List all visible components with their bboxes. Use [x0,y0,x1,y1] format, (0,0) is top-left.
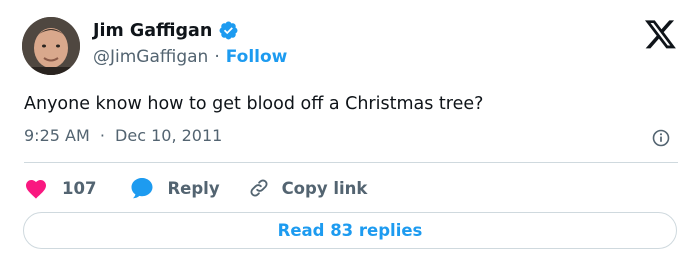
follow-button[interactable]: Follow [226,47,288,67]
like-button[interactable]: 107 [24,177,96,199]
read-replies-button[interactable]: Read 83 replies [23,212,677,249]
author-handle[interactable]: @JimGaffigan [93,47,208,67]
read-replies-label: Read 83 replies [277,221,423,240]
info-icon[interactable] [652,129,670,147]
tweet-timestamp[interactable]: 9:25 AM · Dec 10, 2011 [24,126,222,145]
tweet-date: Dec 10, 2011 [115,126,223,145]
author-handle-row: @JimGaffigan · Follow [93,47,287,67]
like-count: 107 [62,178,97,198]
copy-link-button[interactable]: Copy link [248,177,368,199]
avatar[interactable] [22,17,80,75]
link-icon [250,179,268,197]
reply-button[interactable]: Reply [129,176,220,200]
reply-bubble-icon [131,178,153,199]
reply-label: Reply [167,178,220,198]
author-name[interactable]: Jim Gaffigan [93,21,212,41]
tweet-text: Anyone know how to get blood off a Chris… [24,94,484,114]
timestamp-separator: · [99,126,105,145]
copy-link-label: Copy link [281,178,368,198]
tweet-time: 9:25 AM [24,126,90,145]
heart-icon [26,180,46,199]
verified-badge-icon [218,20,239,41]
handle-separator: · [214,47,220,67]
author-name-row: Jim Gaffigan [93,20,239,41]
avatar-image [22,17,80,75]
action-bar: 107 Reply Copy link [24,176,367,200]
x-logo-icon[interactable] [645,20,677,50]
divider [24,162,678,163]
